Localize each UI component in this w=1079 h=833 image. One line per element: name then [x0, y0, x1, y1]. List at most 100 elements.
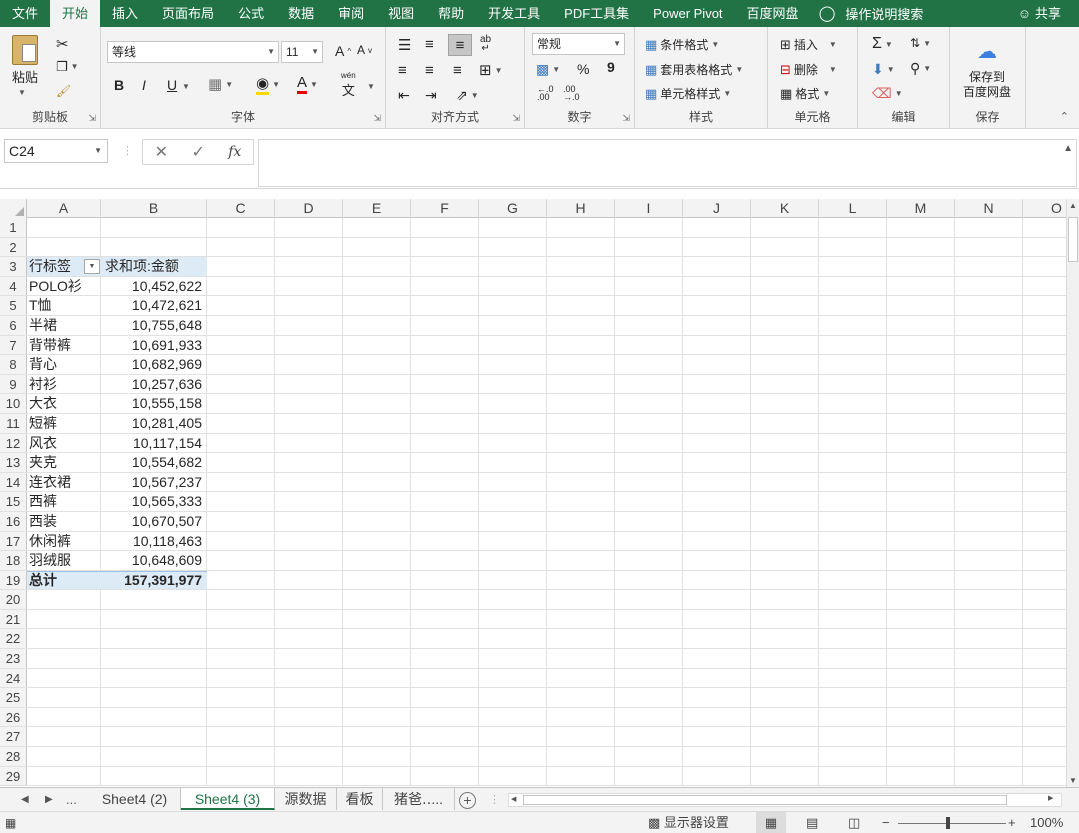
cut-icon[interactable]: ✂ — [56, 35, 69, 53]
row-header[interactable]: 8 — [0, 355, 27, 374]
pivot-item-label[interactable]: 西裤 — [29, 492, 57, 511]
ribbon-tab[interactable]: 公式 — [226, 0, 276, 27]
ribbon-tab[interactable]: 开发工具 — [476, 0, 552, 27]
pivot-item-value[interactable]: 10,117,154 — [102, 434, 202, 453]
row-header[interactable]: 19 — [0, 570, 27, 590]
insert-cells-button[interactable]: ⊞ 插入 ▼ — [780, 36, 837, 53]
phonetic-icon[interactable]: wén 文 — [341, 71, 356, 99]
row-header[interactable]: 22 — [0, 629, 27, 649]
row-header[interactable]: 14 — [0, 472, 27, 492]
column-header[interactable]: M — [887, 199, 955, 218]
column-header[interactable]: L — [819, 199, 887, 218]
ribbon-tab[interactable]: Power Pivot — [641, 0, 734, 27]
more-sheets-button[interactable]: ... — [66, 788, 77, 812]
ribbon-tab[interactable]: 帮助 — [426, 0, 476, 27]
h-scroll-thumb[interactable] — [523, 795, 1007, 805]
pivot-total-value[interactable]: 157,391,977 — [102, 571, 202, 590]
pivot-item-value[interactable]: 10,670,507 — [102, 512, 202, 531]
add-sheet-button[interactable]: + — [459, 792, 476, 809]
insert-function-icon[interactable]: fx — [228, 144, 241, 160]
sheet-tab[interactable]: Sheet4 (2) — [89, 788, 181, 810]
paste-dropdown-icon[interactable]: ▼ — [18, 88, 26, 97]
scroll-thumb[interactable] — [1068, 217, 1078, 262]
row-header[interactable]: 1 — [0, 218, 27, 237]
row-header[interactable]: 11 — [0, 413, 27, 433]
column-header[interactable]: A — [27, 199, 101, 218]
sheet-tab[interactable]: Sheet4 (3) — [181, 788, 275, 810]
column-header[interactable]: E — [343, 199, 411, 218]
wrap-text-icon[interactable]: ab ↵ — [480, 35, 491, 54]
row-header[interactable]: 10 — [0, 394, 27, 413]
display-settings-button[interactable]: ▩ 显示器设置 — [648, 812, 729, 833]
column-header[interactable]: O — [1023, 199, 1066, 218]
macro-record-icon[interactable]: ▦ — [5, 812, 16, 833]
splitter-icon[interactable]: ⋮ — [489, 793, 500, 806]
ribbon-tab[interactable]: 插入 — [100, 0, 150, 27]
scroll-right-icon[interactable]: ▶ — [1048, 794, 1053, 802]
merge-center-icon[interactable]: ⊞ ▼ — [479, 61, 503, 79]
horizontal-scrollbar[interactable]: ◀ — [508, 793, 1062, 807]
column-header[interactable]: D — [275, 199, 343, 218]
pivot-item-value[interactable]: 10,281,405 — [102, 414, 202, 433]
dialog-launcher-icon[interactable]: ⇲ — [622, 113, 630, 124]
row-header[interactable]: 6 — [0, 315, 27, 335]
increase-font-icon[interactable]: A ^ — [335, 43, 351, 59]
dialog-launcher-icon[interactable]: ⇲ — [88, 113, 96, 124]
splitter-icon[interactable]: ⋮ — [122, 144, 133, 157]
decrease-font-icon[interactable]: Av — [357, 43, 372, 57]
pivot-row-label-header[interactable]: 行标签 — [29, 257, 71, 276]
decrease-decimal-icon[interactable]: .00 →.0 — [563, 85, 580, 102]
save-to-baidu-button[interactable]: ☁ 保存到 百度网盘 — [963, 39, 1011, 100]
orientation-icon[interactable]: ⇗ ▼ — [456, 87, 479, 104]
row-header[interactable]: 29 — [0, 766, 27, 786]
delete-cells-button[interactable]: ⊟ 删除 ▼ — [780, 61, 837, 78]
enter-icon[interactable]: ✓ — [191, 142, 204, 162]
pivot-item-value[interactable]: 10,565,333 — [102, 492, 202, 511]
decrease-indent-icon[interactable]: ⇤ — [398, 87, 410, 104]
font-name-combo[interactable]: 等线 ▼ — [107, 41, 279, 63]
formula-input[interactable] — [258, 139, 1077, 187]
sort-filter-icon[interactable]: ⇅ ▼ — [910, 36, 931, 50]
pivot-item-label[interactable]: POLO衫 — [29, 277, 82, 296]
zoom-slider-thumb[interactable] — [946, 817, 950, 829]
ribbon-tab[interactable]: 视图 — [376, 0, 426, 27]
row-header[interactable]: 15 — [0, 492, 27, 511]
pivot-item-label[interactable]: 半裙 — [29, 316, 57, 335]
ribbon-tab[interactable]: 开始 — [50, 0, 101, 27]
underline-button[interactable]: U — [167, 77, 177, 93]
worksheet-grid[interactable]: ABCDEFGHIJKLMNO 1 2 3 行标签 ▼ 求和项:金额 4 POLO衫 10,45… — [0, 199, 1066, 787]
ribbon-tab[interactable]: 页面布局 — [150, 0, 226, 27]
row-header[interactable]: 16 — [0, 511, 27, 531]
column-header[interactable]: F — [411, 199, 479, 218]
pivot-item-label[interactable]: 休闲裤 — [29, 532, 71, 551]
sheet-tab[interactable]: 猪爸‥... — [383, 788, 455, 810]
pivot-item-label[interactable]: T恤 — [29, 296, 52, 315]
row-header[interactable]: 27 — [0, 727, 27, 747]
sheet-tab[interactable]: 看板 — [337, 788, 383, 810]
pivot-item-value[interactable]: 10,755,648 — [102, 316, 202, 335]
conditional-formatting-button[interactable]: ▦ 条件格式 ▼ — [645, 36, 719, 53]
page-layout-icon[interactable]: ▤ — [806, 812, 818, 833]
column-header[interactable]: G — [479, 199, 547, 218]
row-header[interactable]: 7 — [0, 335, 27, 355]
row-header[interactable]: 9 — [0, 374, 27, 394]
format-as-table-button[interactable]: ▦ 套用表格格式 ▼ — [645, 61, 743, 78]
pivot-item-label[interactable]: 衬衫 — [29, 375, 57, 394]
collapse-formula-icon[interactable]: ▲ — [1063, 143, 1073, 154]
increase-indent-icon[interactable]: ⇥ — [425, 87, 437, 104]
find-select-icon[interactable]: ⚲ ▼ — [910, 60, 931, 77]
pivot-item-value[interactable]: 10,472,621 — [102, 296, 202, 315]
scroll-left-icon[interactable]: ◀ — [511, 795, 516, 803]
font-color-icon[interactable]: A ▼ — [297, 74, 318, 94]
scroll-up-icon[interactable]: ▲ — [1069, 201, 1077, 210]
collapse-ribbon-icon[interactable]: ⌃ — [1060, 110, 1069, 123]
ribbon-tab[interactable]: PDF工具集 — [552, 0, 641, 27]
font-size-combo[interactable]: 11 ▼ — [281, 41, 323, 63]
prev-sheet-icon[interactable]: ◀ — [21, 788, 29, 812]
row-header[interactable]: 5 — [0, 296, 27, 315]
format-painter-icon[interactable]: 🖌 — [56, 84, 71, 98]
column-header[interactable]: H — [547, 199, 615, 218]
pivot-item-label[interactable]: 大衣 — [29, 394, 57, 413]
row-header[interactable]: 2 — [0, 237, 27, 257]
row-header[interactable]: 20 — [0, 590, 27, 609]
